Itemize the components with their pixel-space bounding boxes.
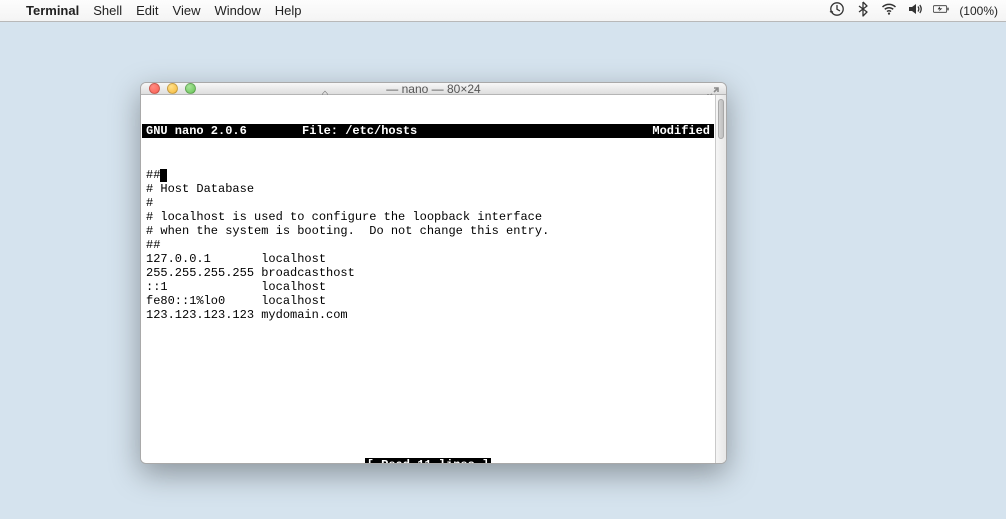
editor-line: ##: [146, 168, 710, 182]
wifi-icon[interactable]: [881, 1, 897, 20]
app-name[interactable]: Terminal: [26, 3, 79, 18]
editor-line: ::1 localhost: [146, 280, 710, 294]
bluetooth-icon[interactable]: [855, 1, 871, 20]
scrollbar[interactable]: [715, 95, 726, 464]
terminal-content[interactable]: GNU nano 2.0.6 File: /etc/hosts Modified…: [141, 95, 715, 464]
nano-modified: Modified: [634, 124, 714, 138]
close-button[interactable]: [149, 83, 160, 94]
traffic-lights: [149, 83, 196, 94]
battery-icon[interactable]: [933, 1, 949, 20]
menu-edit[interactable]: Edit: [136, 3, 158, 18]
battery-percent: (100%): [959, 4, 998, 18]
editor-line: 123.123.123.123 mydomain.com: [146, 308, 710, 322]
zoom-button[interactable]: [185, 83, 196, 94]
editor-line: 127.0.0.1 localhost: [146, 252, 710, 266]
editor-line: fe80::1%lo0 localhost: [146, 294, 710, 308]
menu-shell[interactable]: Shell: [93, 3, 122, 18]
editor-line: #: [146, 196, 710, 210]
menubar-left: Terminal Shell Edit View Window Help: [8, 3, 302, 18]
nano-version: GNU nano 2.0.6: [142, 124, 302, 138]
nano-status: [ Read 11 lines ]: [142, 458, 714, 464]
text-cursor: [160, 169, 167, 182]
editor-line: # localhost is used to configure the loo…: [146, 210, 710, 224]
editor-line: ##: [146, 238, 710, 252]
macos-menubar: Terminal Shell Edit View Window Help (10…: [0, 0, 1006, 22]
sound-icon[interactable]: [907, 1, 923, 20]
timemachine-icon[interactable]: [829, 1, 845, 20]
menubar-right: (100%): [829, 1, 998, 20]
nano-header: GNU nano 2.0.6 File: /etc/hosts Modified: [142, 124, 714, 138]
window-titlebar[interactable]: ⌂ — nano — 80×24: [141, 83, 726, 95]
terminal-body: GNU nano 2.0.6 File: /etc/hosts Modified…: [141, 95, 726, 464]
editor-line: # Host Database: [146, 182, 710, 196]
menu-view[interactable]: View: [173, 3, 201, 18]
nano-file: File: /etc/hosts: [302, 124, 634, 138]
window-title: — nano — 80×24: [141, 82, 726, 96]
terminal-window: ⌂ — nano — 80×24 GNU nano 2.0.6 File: /e…: [140, 82, 727, 464]
scrollbar-thumb[interactable]: [718, 99, 724, 139]
menu-help[interactable]: Help: [275, 3, 302, 18]
menu-window[interactable]: Window: [215, 3, 261, 18]
nano-editor-area[interactable]: ### Host Database## localhost is used to…: [142, 166, 714, 430]
editor-line: # when the system is booting. Do not cha…: [146, 224, 710, 238]
editor-line: 255.255.255.255 broadcasthost: [146, 266, 710, 280]
minimize-button[interactable]: [167, 83, 178, 94]
